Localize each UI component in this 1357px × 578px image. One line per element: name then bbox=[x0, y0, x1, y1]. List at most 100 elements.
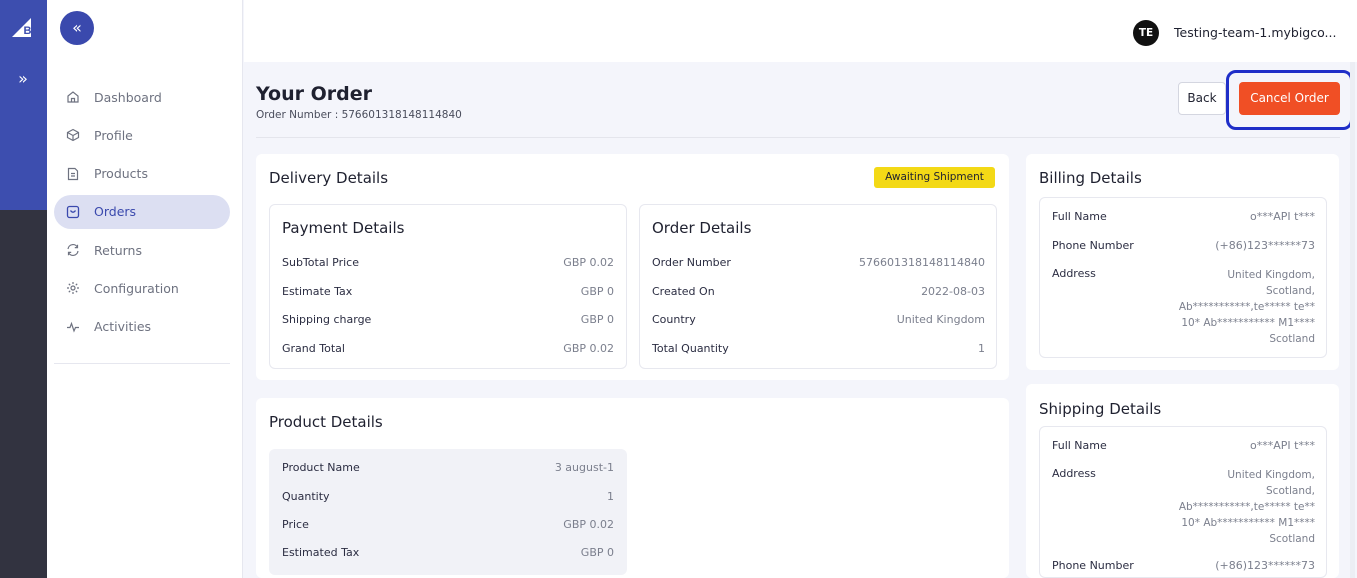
address-line: Scotland bbox=[1269, 533, 1315, 545]
row-label: Phone Number bbox=[1052, 239, 1134, 252]
sidebar-item-label: Activities bbox=[94, 319, 152, 335]
address-line: 10* Ab*********** M1**** bbox=[1181, 317, 1315, 329]
row-label: SubTotal Price bbox=[282, 256, 359, 269]
page-scrollbar[interactable] bbox=[1350, 62, 1355, 578]
product-row: Quantity 1 bbox=[282, 490, 614, 503]
payment-row: Grand Total GBP 0.02 bbox=[282, 342, 614, 355]
row-label: Address bbox=[1052, 467, 1096, 480]
double-chevron-right-icon[interactable]: » bbox=[12, 68, 34, 90]
activity-icon bbox=[65, 319, 81, 335]
row-value: GBP 0 bbox=[580, 546, 614, 559]
shipping-row: Full Name o***API t*** bbox=[1052, 439, 1315, 452]
order-details-title: Order Details bbox=[652, 219, 752, 237]
row-label: Order Number bbox=[652, 256, 731, 269]
row-label: Grand Total bbox=[282, 342, 345, 355]
back-button[interactable]: Back bbox=[1178, 82, 1226, 115]
row-label: Address bbox=[1052, 267, 1096, 280]
home-icon bbox=[65, 89, 81, 105]
row-value: GBP 0 bbox=[580, 285, 614, 298]
status-badge: Awaiting Shipment bbox=[874, 167, 995, 188]
nav-divider bbox=[54, 363, 230, 364]
row-label: Created On bbox=[652, 285, 715, 298]
top-bar: TE Testing-team-1.mybigco... bbox=[244, 0, 1357, 62]
side-navigation: « Dashboard Profile Products Orders Retu… bbox=[47, 0, 243, 578]
row-label: Phone Number bbox=[1052, 559, 1134, 572]
order-row: Order Number 576601318148114840 bbox=[652, 256, 985, 269]
cube-icon bbox=[65, 127, 81, 143]
row-label: Full Name bbox=[1052, 439, 1107, 452]
gear-icon bbox=[65, 280, 81, 296]
row-value: 2022-08-03 bbox=[921, 285, 985, 298]
billing-address-value: United Kingdom, Scotland, Ab***********,… bbox=[1179, 267, 1315, 347]
row-value: GBP 0.02 bbox=[563, 342, 614, 355]
product-details-title: Product Details bbox=[269, 413, 383, 431]
product-row: Price GBP 0.02 bbox=[282, 518, 614, 531]
delivery-details-title: Delivery Details bbox=[269, 169, 389, 187]
row-value: 576601318148114840 bbox=[859, 256, 985, 269]
sidebar-item-configuration[interactable]: Configuration bbox=[54, 271, 230, 305]
nav-list: Dashboard Profile Products Orders Return… bbox=[54, 80, 230, 348]
header-divider bbox=[256, 137, 1340, 138]
row-label: Shipping charge bbox=[282, 313, 372, 326]
row-value: o***API t*** bbox=[1250, 439, 1315, 452]
sidebar-item-activities[interactable]: Activities bbox=[54, 310, 230, 344]
payment-row: Shipping charge GBP 0 bbox=[282, 313, 614, 326]
cart-box-icon bbox=[65, 204, 81, 220]
collapse-sidebar-button[interactable]: « bbox=[60, 11, 94, 45]
shipping-row: Phone Number (+86)123******73 bbox=[1052, 559, 1315, 572]
row-label: Country bbox=[652, 313, 696, 326]
row-value: (+86)123******73 bbox=[1215, 239, 1315, 252]
sidebar-item-label: Configuration bbox=[94, 280, 179, 296]
store-name-link[interactable]: Testing-team-1.mybigco... bbox=[1174, 25, 1336, 40]
row-value: (+86)123******73 bbox=[1215, 559, 1315, 572]
address-line: Ab***********,te***** te** bbox=[1178, 501, 1315, 513]
address-line: Scotland, bbox=[1266, 285, 1315, 297]
order-row: Country United Kingdom bbox=[652, 313, 985, 326]
row-label: Price bbox=[282, 518, 309, 531]
row-value: GBP 0.02 bbox=[563, 518, 614, 531]
row-value: 1 bbox=[607, 490, 614, 503]
row-label: Quantity bbox=[282, 490, 330, 503]
cancel-order-button[interactable]: Cancel Order bbox=[1239, 82, 1340, 115]
address-line: Ab***********,te***** te** bbox=[1178, 301, 1315, 313]
sidebar-item-label: Dashboard bbox=[94, 89, 162, 105]
bigcommerce-logo-icon[interactable]: B bbox=[9, 13, 37, 41]
order-number-subtitle: Order Number : 576601318148114840 bbox=[256, 109, 462, 121]
row-label: Product Name bbox=[282, 461, 360, 474]
sidebar-item-dashboard[interactable]: Dashboard bbox=[54, 80, 230, 114]
sidebar-item-label: Returns bbox=[94, 242, 142, 258]
row-label: Estimated Tax bbox=[282, 546, 360, 559]
shipping-details-title: Shipping Details bbox=[1039, 400, 1162, 418]
sidebar-item-orders[interactable]: Orders bbox=[54, 194, 230, 229]
app-rail: B » bbox=[0, 0, 47, 578]
payment-row: SubTotal Price GBP 0.02 bbox=[282, 256, 614, 269]
refresh-icon bbox=[65, 242, 81, 258]
address-line: United Kingdom, bbox=[1227, 469, 1315, 481]
row-label: Full Name bbox=[1052, 210, 1107, 223]
avatar[interactable]: TE bbox=[1133, 20, 1159, 46]
row-value: United Kingdom bbox=[896, 313, 985, 326]
product-row: Product Name 3 august-1 bbox=[282, 461, 614, 474]
sidebar-item-label: Orders bbox=[94, 204, 137, 220]
row-value: GBP 0 bbox=[580, 313, 614, 326]
product-row: Estimated Tax GBP 0 bbox=[282, 546, 614, 559]
document-icon bbox=[65, 166, 81, 182]
address-line: Scotland bbox=[1269, 333, 1315, 345]
page-title: Your Order bbox=[256, 83, 372, 105]
payment-row: Estimate Tax GBP 0 bbox=[282, 285, 614, 298]
order-row: Created On 2022-08-03 bbox=[652, 285, 985, 298]
row-label: Estimate Tax bbox=[282, 285, 353, 298]
sidebar-item-profile[interactable]: Profile bbox=[54, 118, 230, 152]
sidebar-item-label: Profile bbox=[94, 127, 133, 143]
row-value: o***API t*** bbox=[1250, 210, 1315, 223]
row-value: 3 august-1 bbox=[554, 461, 614, 474]
shipping-address-value: United Kingdom, Scotland, Ab***********,… bbox=[1179, 467, 1315, 547]
billing-row: Phone Number (+86)123******73 bbox=[1052, 239, 1315, 252]
billing-details-title: Billing Details bbox=[1039, 169, 1142, 187]
row-value: 1 bbox=[978, 342, 985, 355]
sidebar-item-returns[interactable]: Returns bbox=[54, 233, 230, 267]
sidebar-item-label: Products bbox=[94, 166, 148, 182]
row-label: Total Quantity bbox=[652, 342, 729, 355]
sidebar-item-products[interactable]: Products bbox=[54, 157, 230, 191]
address-line: Scotland, bbox=[1266, 485, 1315, 497]
